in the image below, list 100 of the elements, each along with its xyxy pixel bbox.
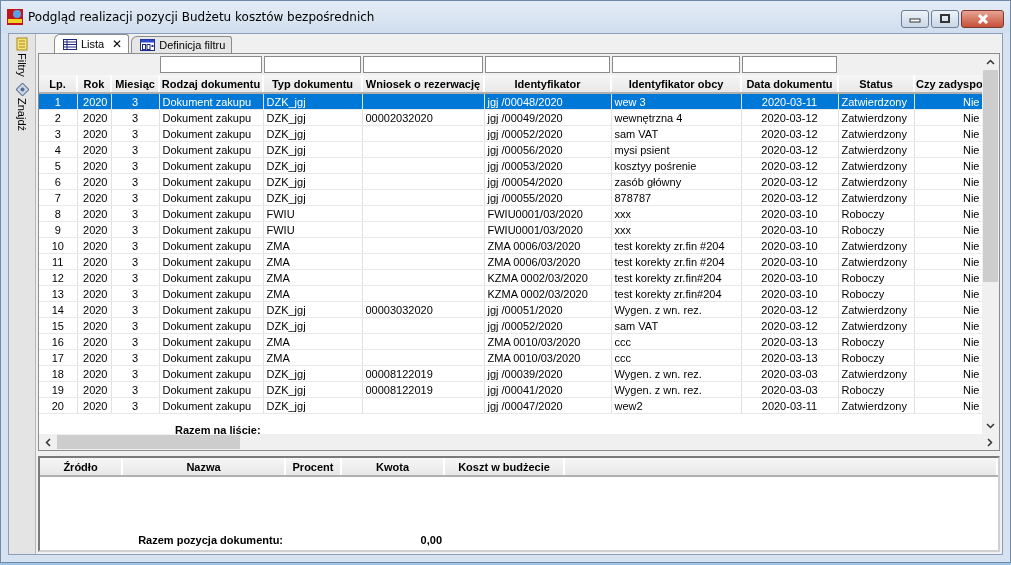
scroll-up-icon[interactable]	[986, 59, 995, 65]
column-header[interactable]: Lp.	[39, 75, 77, 93]
table-cell: wew2	[611, 397, 741, 414]
scrollbar-thumb[interactable]	[983, 70, 998, 282]
column-header[interactable]: Typ dokumentu	[263, 75, 362, 93]
column-header[interactable]: Źródło	[40, 458, 122, 476]
table-cell: 00008122019	[362, 381, 484, 398]
table-cell: kosztyy pośrenie	[611, 157, 741, 174]
table-cell: Dokument zakupu	[159, 269, 263, 286]
table-cell: Zatwierdzony	[838, 397, 914, 414]
table-cell: 2020	[77, 397, 111, 414]
table-cell: 7	[39, 189, 77, 206]
column-header[interactable]: Rodzaj dokumentu	[159, 75, 263, 93]
table-cell: 2020	[77, 125, 111, 142]
selected-row[interactable]: 1 2020 3 Dokument zakupu DZK_jgj jgj /00048/2020 wew 3 2020-03-11 Zatwierdzony Nie	[39, 93, 982, 110]
filter-field[interactable]	[742, 56, 837, 73]
table-cell: 2020-03-12	[741, 125, 838, 142]
table-cell: 8	[39, 205, 77, 222]
column-header[interactable]: Identyfikator obcy	[611, 75, 741, 93]
maximize-button[interactable]	[931, 10, 959, 28]
column-header[interactable]: Identyfikator	[484, 75, 611, 93]
table-cell: 3	[111, 349, 159, 366]
table-cell: 5	[39, 157, 77, 174]
table-cell: 2020-03-13	[741, 349, 838, 366]
table-cell: 2020	[77, 109, 111, 126]
table-cell: 2020	[77, 349, 111, 366]
table-cell: 2020-03-10	[741, 269, 838, 286]
close-button[interactable]	[961, 10, 1004, 28]
filter-field[interactable]	[363, 56, 483, 73]
column-header[interactable]: Rok	[77, 75, 111, 93]
filter-field[interactable]	[485, 56, 610, 73]
table-cell: 3	[111, 109, 159, 126]
table-cell: Dokument zakupu	[159, 381, 263, 398]
table-cell: 4	[39, 141, 77, 158]
column-header[interactable]: Koszt w budżecie	[444, 458, 564, 476]
table-cell: Dokument zakupu	[159, 365, 263, 382]
column-header[interactable]: Data dokumentu	[741, 75, 838, 93]
table-cell: Zatwierdzony	[838, 109, 914, 126]
table-cell: FWIU	[263, 205, 362, 222]
vertical-scrollbar[interactable]	[982, 54, 999, 434]
table-cell: 11	[39, 253, 77, 270]
scroll-left-icon[interactable]	[45, 437, 51, 447]
side-toolbar-button[interactable]: Filtry	[14, 36, 30, 78]
column-header[interactable]: Kwota	[341, 458, 444, 476]
table-cell: Dokument zakupu	[159, 253, 263, 270]
table-cell: jgj /00052/2020	[484, 125, 611, 142]
side-toolbar-button[interactable]: Znajdź	[13, 81, 31, 132]
table-cell: Roboczy	[838, 285, 914, 302]
horizontal-scrollbar[interactable]	[39, 434, 999, 450]
table-cell: Roboczy	[838, 381, 914, 398]
filter-field[interactable]	[264, 56, 361, 73]
minimize-button[interactable]	[901, 10, 929, 28]
table-cell: FWIU	[263, 221, 362, 238]
table-cell: 2020	[77, 285, 111, 302]
minimize-icon	[909, 15, 921, 23]
table-cell: Zatwierdzony	[838, 253, 914, 270]
tab[interactable]: Definicja filtru	[131, 36, 233, 53]
column-header[interactable]: Status	[838, 75, 914, 93]
table-cell: 2020-03-11	[741, 397, 838, 414]
table-cell: 3	[111, 269, 159, 286]
scrollbar-thumb[interactable]	[57, 435, 240, 449]
table-cell: Dokument zakupu	[159, 333, 263, 350]
table-cell: 2020	[77, 237, 111, 254]
table-cell: FWIU0001/03/2020	[484, 205, 611, 222]
table-cell: 3	[39, 125, 77, 142]
filter-field[interactable]	[612, 56, 740, 73]
table-cell: Dokument zakupu	[159, 317, 263, 334]
table-cell: 2020	[77, 157, 111, 174]
table-cell: test korekty zr.fin#204	[611, 285, 741, 302]
table-cell: DZK_jgj	[263, 365, 362, 382]
table-cell: Dokument zakupu	[159, 189, 263, 206]
scroll-right-icon[interactable]	[987, 437, 993, 447]
table-cell: 878787	[611, 189, 741, 206]
filter-field[interactable]	[160, 56, 262, 73]
table-cell: Dokument zakupu	[159, 397, 263, 414]
tab-close-button[interactable]: ✕	[112, 37, 123, 51]
column-header[interactable]: Miesiąc	[111, 75, 159, 93]
table-cell: 00003032020	[362, 301, 484, 318]
table-cell: 6	[39, 173, 77, 190]
table-cell: 3	[111, 285, 159, 302]
table-cell: Zatwierdzony	[838, 157, 914, 174]
table-cell: DZK_jgj	[263, 397, 362, 414]
table-cell: DZK_jgj	[263, 157, 362, 174]
tab[interactable]: Lista ✕	[54, 34, 130, 53]
table-cell: xxx	[611, 221, 741, 238]
table-cell: zasób główny	[611, 173, 741, 190]
table-cell: jgj /00041/2020	[484, 381, 611, 398]
table-cell: ccc	[611, 349, 741, 366]
table-cell: jgj /00056/2020	[484, 141, 611, 158]
column-header[interactable]: Procent	[285, 458, 341, 476]
table-cell: DZK_jgj	[263, 125, 362, 142]
table-cell: jgj /00053/2020	[484, 157, 611, 174]
table-cell: Dokument zakupu	[159, 301, 263, 318]
table-cell: 2020-03-12	[741, 109, 838, 126]
table-cell: sam VAT	[611, 317, 741, 334]
table-cell: 17	[39, 349, 77, 366]
table-cell: 2020-03-12	[741, 141, 838, 158]
scroll-down-icon[interactable]	[986, 423, 995, 429]
column-header[interactable]: Wniosek o rezerwację	[362, 75, 484, 93]
column-header[interactable]: Nazwa	[122, 458, 285, 476]
